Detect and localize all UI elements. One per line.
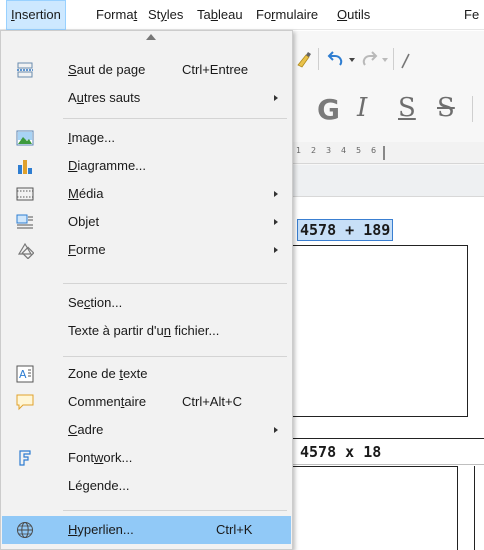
submenu-arrow-icon <box>274 219 278 225</box>
menu-item-saut-de-page[interactable]: Saut de page Ctrl+Entree <box>2 56 291 84</box>
menu-outils[interactable]: Outils <box>337 0 370 30</box>
menu-item-legende[interactable]: Légende... <box>2 472 291 500</box>
table-cell-2-title[interactable]: 4578 x 18 <box>300 442 381 462</box>
menu-item-texte-fichier[interactable]: Texte à partir d'un fichier... <box>2 317 291 345</box>
menu-separator <box>63 118 287 119</box>
insertion-menu: Saut de page Ctrl+Entree Autres sauts Im… <box>0 30 293 550</box>
tab-stop-icon[interactable] <box>383 146 391 160</box>
redo-icon[interactable] <box>359 50 379 70</box>
menu-item-shortcut: Ctrl+K <box>216 522 253 537</box>
shape-icon <box>16 241 35 260</box>
menu-styles[interactable]: Styles <box>148 0 183 30</box>
menu-item-label: Commentaire <box>68 394 147 409</box>
menu-fenetre[interactable]: Fe <box>464 0 479 30</box>
menubar: Insertion Format Styles Tableau Formulai… <box>0 0 484 30</box>
page-break-icon <box>16 61 34 79</box>
comment-icon <box>16 393 34 411</box>
table-cell-1[interactable] <box>292 245 468 417</box>
undo-icon[interactable] <box>326 50 346 70</box>
selected-cell-text[interactable]: 4578 + 189 <box>297 219 394 241</box>
redo-dropdown-icon[interactable] <box>382 58 388 62</box>
menu-separator <box>63 356 287 357</box>
menu-item-media[interactable]: Média <box>2 180 291 208</box>
underline-button[interactable]: S <box>398 93 416 123</box>
menu-item-autres-sauts[interactable]: Autres sauts <box>2 84 291 112</box>
horizontal-ruler[interactable]: 1 2 3 4 5 6 <box>290 142 484 164</box>
svg-text:A: A <box>19 368 27 381</box>
menu-item-label: Hyperlien... <box>68 522 134 537</box>
menu-item-label: Média <box>68 186 104 201</box>
submenu-arrow-icon <box>274 191 278 197</box>
bold-button[interactable]: G <box>317 93 340 126</box>
menu-item-objet[interactable]: Objet <box>2 208 291 236</box>
menu-item-image[interactable]: Image... <box>2 124 291 152</box>
menu-separator <box>63 283 287 284</box>
paint-brush-icon[interactable] <box>296 51 312 69</box>
fontwork-icon <box>16 449 34 467</box>
menu-item-cadre[interactable]: Cadre <box>2 416 291 444</box>
menu-item-forme[interactable]: Forme <box>2 236 291 264</box>
menu-item-zone-de-texte[interactable]: A Zone de texte <box>2 360 291 388</box>
menu-item-label: Saut de page <box>68 62 146 77</box>
menu-item-commentaire[interactable]: Commentaire Ctrl+Alt+C <box>2 388 291 416</box>
menu-item-label: Image... <box>68 130 115 145</box>
menu-item-label: Cadre <box>68 422 104 437</box>
menu-item-section[interactable]: Section... <box>2 289 291 317</box>
menu-item-label: Forme <box>68 242 106 257</box>
menu-insertion[interactable]: Insertion <box>6 0 66 30</box>
menu-item-label: Section... <box>68 295 123 310</box>
hyperlink-icon <box>16 521 34 539</box>
strikethrough-button[interactable]: S <box>437 93 455 123</box>
menu-item-label: Autres sauts <box>68 90 141 105</box>
chart-icon <box>16 157 34 175</box>
object-icon <box>16 213 34 231</box>
menu-item-label: Fontwork... <box>68 450 133 465</box>
menu-item-label: Diagramme... <box>68 158 147 173</box>
menu-item-fontwork[interactable]: Fontwork... <box>2 444 291 472</box>
media-icon <box>16 185 34 203</box>
italic-button[interactable]: I <box>357 93 367 123</box>
menu-scroll-up-icon[interactable] <box>146 34 156 40</box>
submenu-arrow-icon <box>274 247 278 253</box>
menu-item-label: Légende... <box>68 478 130 493</box>
spellcheck-icon[interactable] <box>399 52 415 70</box>
menu-item-label: Objet <box>68 214 100 229</box>
menu-item-hyperlien[interactable]: Hyperlien... Ctrl+K <box>2 516 291 544</box>
menu-formulaire[interactable]: Formulaire <box>256 0 318 30</box>
menu-tableau[interactable]: Tableau <box>197 0 243 30</box>
menu-item-shortcut: Ctrl+Entree <box>182 62 249 77</box>
table-cell-2[interactable] <box>292 466 458 550</box>
undo-dropdown-icon[interactable] <box>349 58 355 62</box>
menu-item-label: Zone de texte <box>68 366 148 381</box>
submenu-arrow-icon <box>274 427 278 433</box>
menu-item-diagramme[interactable]: Diagramme... <box>2 152 291 180</box>
image-icon <box>16 129 34 147</box>
menu-item-label: Texte à partir d'un fichier... <box>68 323 220 338</box>
submenu-arrow-icon <box>274 95 278 101</box>
menu-item-shortcut: Ctrl+Alt+C <box>182 394 242 409</box>
menu-separator <box>63 510 287 511</box>
menu-format[interactable]: Format <box>96 0 137 30</box>
text-box-icon: A <box>16 365 34 383</box>
